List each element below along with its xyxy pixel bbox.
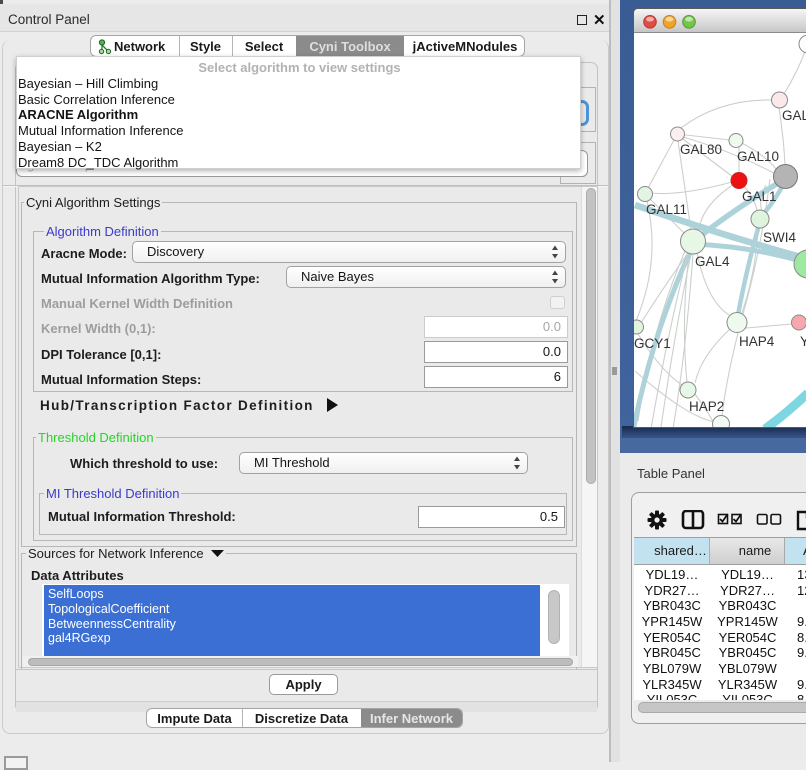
svg-text:SWI4: SWI4 — [763, 230, 796, 245]
svg-text:GAL10: GAL10 — [737, 149, 779, 164]
svg-text:GAL80: GAL80 — [680, 142, 722, 157]
svg-text:GAL11: GAL11 — [646, 202, 687, 217]
svg-text:HAP4: HAP4 — [739, 334, 775, 349]
svg-text:HAP2: HAP2 — [689, 399, 724, 414]
svg-text:YEL070W: YEL070W — [800, 334, 806, 349]
svg-text:GAL4: GAL4 — [695, 254, 730, 269]
svg-text:GAL1: GAL1 — [742, 189, 777, 204]
svg-text:GAL7: GAL7 — [782, 108, 806, 123]
svg-text:GCY1: GCY1 — [634, 336, 671, 351]
